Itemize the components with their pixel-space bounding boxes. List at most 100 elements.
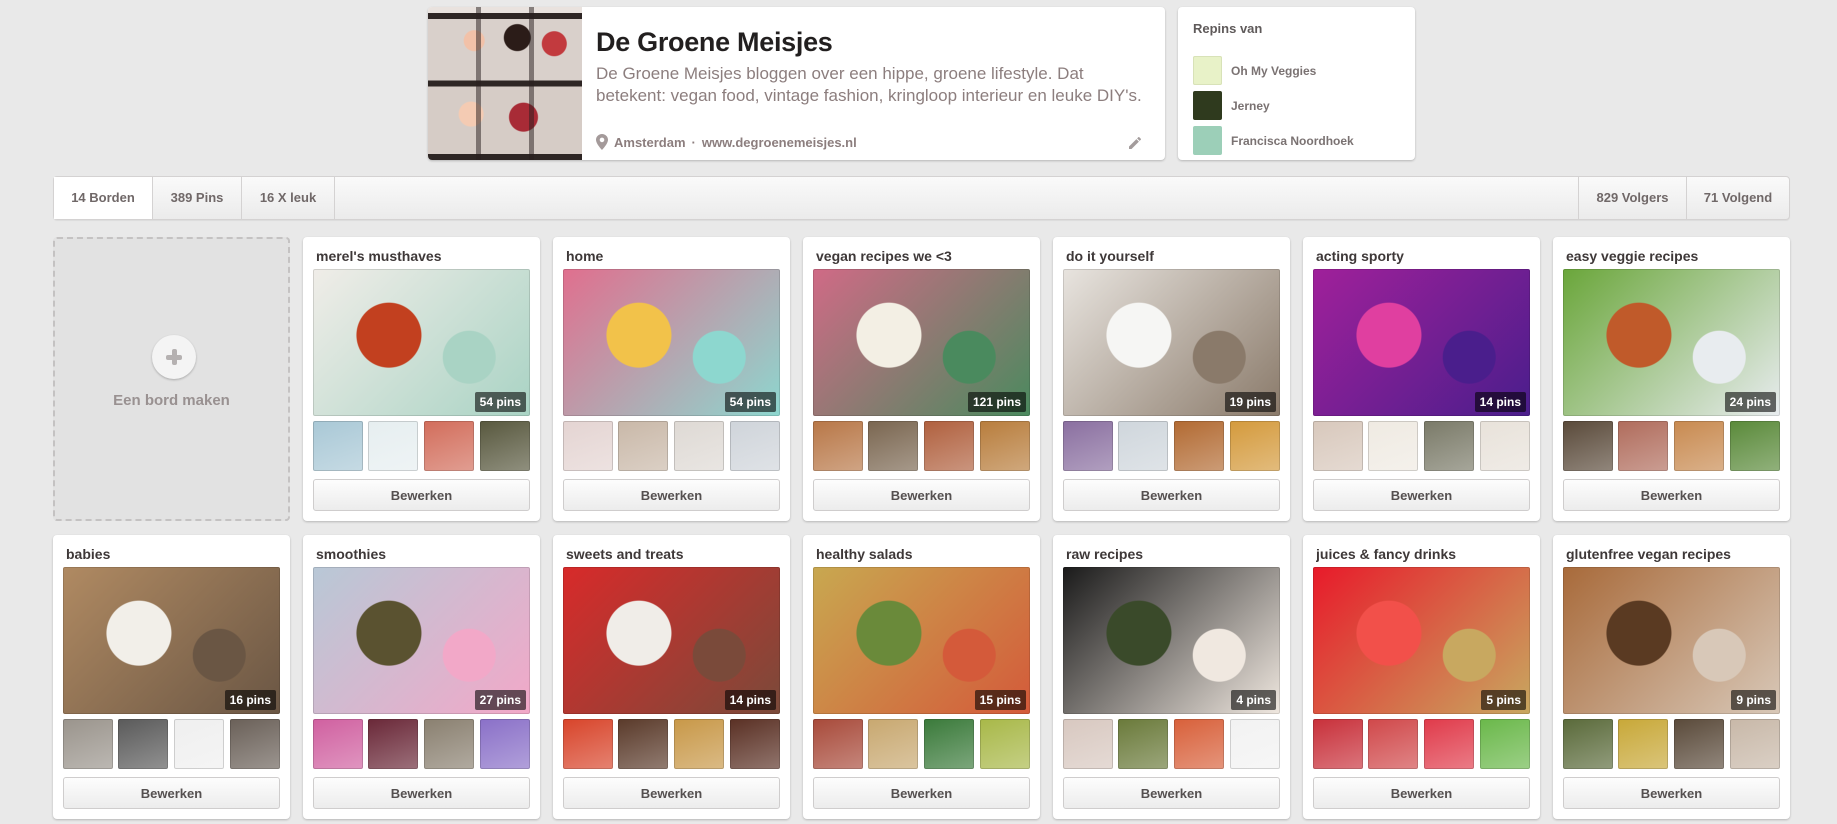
board-title[interactable]: sweets and treats [566,546,781,562]
edit-board-button[interactable]: Bewerken [1313,479,1530,511]
board-thumbnail[interactable] [1230,719,1280,769]
board-thumbnail[interactable] [674,421,724,471]
board-thumbnail[interactable] [1563,719,1613,769]
board-card[interactable]: raw recipes 4 pins Bewerken [1053,535,1290,819]
board-thumbnail[interactable] [1674,719,1724,769]
board-title[interactable]: easy veggie recipes [1566,248,1781,264]
board-thumbnail[interactable] [1174,719,1224,769]
board-thumbnail[interactable] [730,719,780,769]
board-card[interactable]: sweets and treats 14 pins Bewerken [553,535,790,819]
board-thumbnail[interactable] [1063,719,1113,769]
edit-board-button[interactable]: Bewerken [813,777,1030,809]
board-thumbnail[interactable] [618,719,668,769]
board-thumbnail[interactable] [1118,421,1168,471]
board-cover-image[interactable]: 14 pins [1313,269,1530,416]
board-thumbnail[interactable] [424,421,474,471]
board-thumbnail[interactable] [563,421,613,471]
board-thumbnail[interactable] [480,421,530,471]
board-thumbnail[interactable] [1174,421,1224,471]
edit-board-button[interactable]: Bewerken [1063,777,1280,809]
board-thumbnail[interactable] [368,421,418,471]
board-cover-image[interactable]: 19 pins [1063,269,1280,416]
board-thumbnail[interactable] [1480,421,1530,471]
board-thumbnail[interactable] [980,719,1030,769]
board-title[interactable]: merel's musthaves [316,248,531,264]
board-title[interactable]: glutenfree vegan recipes [1566,546,1781,562]
board-thumbnail[interactable] [1313,719,1363,769]
board-title[interactable]: smoothies [316,546,531,562]
board-cover-image[interactable]: 27 pins [313,567,530,714]
board-cover-image[interactable]: 16 pins [63,567,280,714]
board-thumbnail[interactable] [1674,421,1724,471]
board-thumbnail[interactable] [1063,421,1113,471]
board-thumbnail[interactable] [174,719,224,769]
board-card[interactable]: easy veggie recipes 24 pins Bewerken [1553,237,1790,521]
board-title[interactable]: healthy salads [816,546,1031,562]
board-thumbnail[interactable] [1424,719,1474,769]
board-card[interactable]: glutenfree vegan recipes 9 pins Bewerken [1553,535,1790,819]
board-thumbnail[interactable] [1230,421,1280,471]
board-thumbnail[interactable] [1368,719,1418,769]
board-thumbnail[interactable] [924,421,974,471]
board-thumbnail[interactable] [1730,719,1780,769]
tab-likes[interactable]: 16 X leuk [242,177,335,219]
board-thumbnail[interactable] [980,421,1030,471]
board-thumbnail[interactable] [1618,421,1668,471]
board-thumbnail[interactable] [1118,719,1168,769]
edit-board-button[interactable]: Bewerken [63,777,280,809]
board-card[interactable]: healthy salads 15 pins Bewerken [803,535,1040,819]
edit-pencil-icon[interactable] [1127,135,1143,151]
tab-followers[interactable]: 829 Volgers [1578,177,1686,219]
edit-board-button[interactable]: Bewerken [313,479,530,511]
board-cover-image[interactable]: 4 pins [1063,567,1280,714]
board-thumbnail[interactable] [924,719,974,769]
board-cover-image[interactable]: 121 pins [813,269,1030,416]
board-thumbnail[interactable] [1313,421,1363,471]
board-title[interactable]: do it yourself [1066,248,1281,264]
board-cover-image[interactable]: 54 pins [313,269,530,416]
board-thumbnail[interactable] [813,719,863,769]
edit-board-button[interactable]: Bewerken [813,479,1030,511]
edit-board-button[interactable]: Bewerken [563,479,780,511]
board-thumbnail[interactable] [868,719,918,769]
board-thumbnail[interactable] [813,421,863,471]
board-cover-image[interactable]: 5 pins [1313,567,1530,714]
tab-boards[interactable]: 14 Borden [54,177,153,219]
board-thumbnail[interactable] [563,719,613,769]
board-thumbnail[interactable] [313,719,363,769]
board-cover-image[interactable]: 15 pins [813,567,1030,714]
board-thumbnail[interactable] [424,719,474,769]
board-thumbnail[interactable] [1563,421,1613,471]
board-cover-image[interactable]: 24 pins [1563,269,1780,416]
board-thumbnail[interactable] [1618,719,1668,769]
board-card[interactable]: juices & fancy drinks 5 pins Bewerken [1303,535,1540,819]
board-thumbnail[interactable] [368,719,418,769]
board-card[interactable]: merel's musthaves 54 pins Bewerken [303,237,540,521]
profile-photo[interactable] [428,7,582,160]
edit-board-button[interactable]: Bewerken [1063,479,1280,511]
board-thumbnail[interactable] [1368,421,1418,471]
board-thumbnail[interactable] [313,421,363,471]
board-title[interactable]: babies [66,546,281,562]
create-board-button[interactable]: Een bord maken [53,237,290,521]
repin-item-oh-my-veggies[interactable]: Oh My Veggies [1193,56,1316,85]
board-thumbnail[interactable] [118,719,168,769]
board-thumbnail[interactable] [1480,719,1530,769]
repin-item-francisca-noordhoek[interactable]: Francisca Noordhoek [1193,126,1354,155]
board-thumbnail[interactable] [730,421,780,471]
board-title[interactable]: acting sporty [1316,248,1531,264]
board-cover-image[interactable]: 9 pins [1563,567,1780,714]
board-thumbnail[interactable] [868,421,918,471]
board-title[interactable]: home [566,248,781,264]
board-title[interactable]: juices & fancy drinks [1316,546,1531,562]
board-thumbnail[interactable] [1424,421,1474,471]
board-thumbnail[interactable] [230,719,280,769]
repin-item-jerney[interactable]: Jerney [1193,91,1270,120]
board-thumbnail[interactable] [480,719,530,769]
profile-website-link[interactable]: www.degroenemeisjes.nl [702,135,857,150]
board-title[interactable]: raw recipes [1066,546,1281,562]
edit-board-button[interactable]: Bewerken [563,777,780,809]
board-card[interactable]: acting sporty 14 pins Bewerken [1303,237,1540,521]
tab-following[interactable]: 71 Volgend [1686,177,1789,219]
board-title[interactable]: vegan recipes we <3 [816,248,1031,264]
